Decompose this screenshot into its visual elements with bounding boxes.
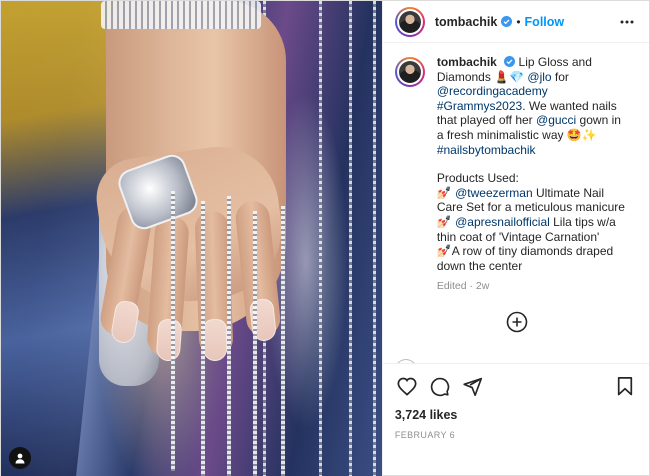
products-heading: Products Used: xyxy=(436,171,519,186)
bookmark-icon[interactable] xyxy=(613,374,637,398)
user-tag-icon[interactable] xyxy=(9,447,31,469)
item3-emoji: 💅🏻 xyxy=(436,244,452,259)
item2-emoji: 💅🏻 xyxy=(436,214,456,229)
mention-jlo[interactable]: @jlo xyxy=(527,70,551,84)
image-dress-chain xyxy=(373,1,376,476)
post-image[interactable] xyxy=(1,1,382,476)
caption-for: for xyxy=(551,69,569,84)
image-nail xyxy=(203,319,227,361)
item3-text: A row of tiny diamonds draped down the c… xyxy=(436,244,614,273)
follow-button[interactable]: Follow xyxy=(525,15,565,29)
caption-text: tombachik Lip Gloss and Diamonds 💄💎 @jlo… xyxy=(437,55,627,294)
mention-gucci[interactable]: @gucci xyxy=(536,113,576,127)
header-username[interactable]: tombachik xyxy=(435,15,498,29)
mention-apresnailofficial[interactable]: @apresnailofficial xyxy=(455,215,550,229)
more-options-icon[interactable] xyxy=(617,12,637,32)
verified-badge-icon xyxy=(501,16,513,27)
post-side-panel: tombachik • Follow tombachik Lip Gloss a… xyxy=(381,1,649,476)
post-date: FEBRUARY 6 xyxy=(394,430,456,440)
comment-bubble-icon[interactable] xyxy=(428,374,452,398)
verified-badge-icon xyxy=(504,56,516,67)
item1-emoji: 💅🏻 xyxy=(436,185,456,200)
mention-recordingacademy[interactable]: @recordingacademy xyxy=(437,84,548,98)
next-comment-avatar-peek xyxy=(394,359,417,363)
image-chain xyxy=(171,191,175,471)
image-chain xyxy=(253,211,257,476)
hashtag-nailsbytombachik[interactable]: #nailsbytombachik xyxy=(437,143,536,157)
image-dress-chain xyxy=(349,1,352,476)
add-comment-plus-icon[interactable] xyxy=(506,311,528,333)
caption-area: tombachik Lip Gloss and Diamonds 💄💎 @jlo… xyxy=(383,43,649,363)
image-chain xyxy=(281,206,285,476)
image-bracelet xyxy=(101,1,261,29)
post-actions: 3,724 likes FEBRUARY 6 xyxy=(382,363,649,476)
image-dress-chain xyxy=(319,1,322,476)
mention-tweezerman[interactable]: @tweezerman xyxy=(455,186,533,200)
image-nail xyxy=(155,318,183,362)
image-chain xyxy=(201,201,205,476)
edited-timestamp: Edited · 2w xyxy=(436,280,490,293)
heart-icon[interactable] xyxy=(395,374,419,398)
instagram-post-window: tombachik • Follow tombachik Lip Gloss a… xyxy=(0,0,650,476)
likes-count[interactable]: 3,724 likes xyxy=(395,408,637,422)
hashtag-grammys2023[interactable]: #Grammys2023 xyxy=(437,99,522,113)
avatar[interactable] xyxy=(394,6,425,37)
avatar[interactable] xyxy=(394,57,425,87)
separator-dot: • xyxy=(516,14,521,29)
share-paper-plane-icon[interactable] xyxy=(461,374,485,398)
image-chain xyxy=(227,196,231,476)
caption-username[interactable]: tombachik xyxy=(437,55,497,69)
post-header: tombachik • Follow xyxy=(382,1,649,43)
